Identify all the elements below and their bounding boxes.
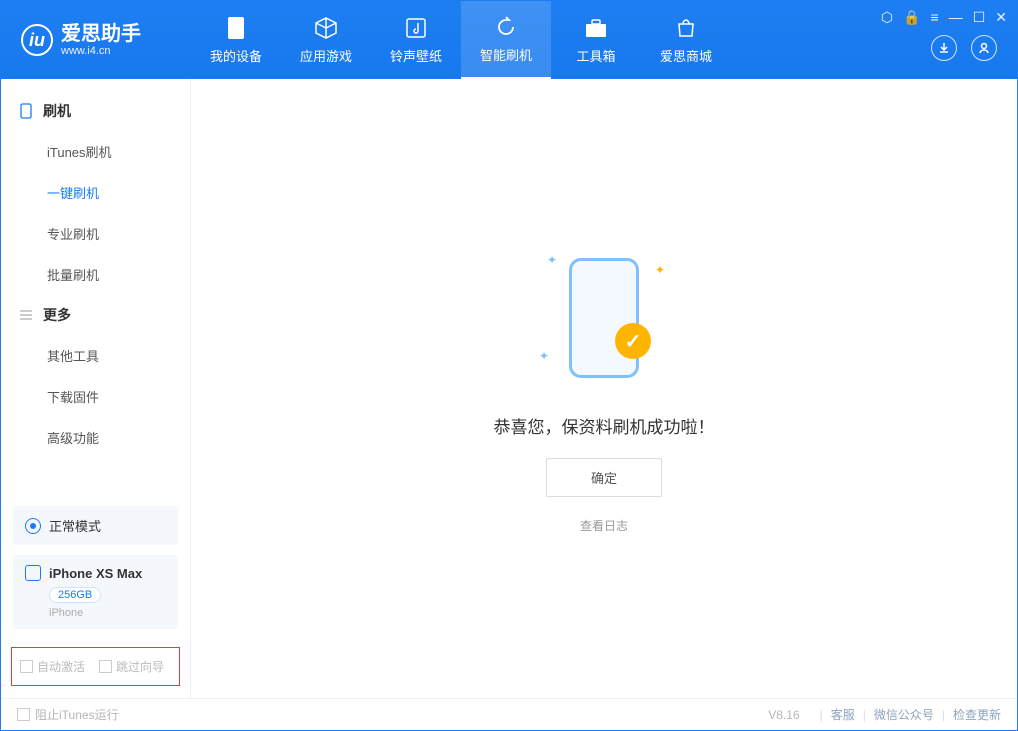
success-illustration: ✦ ✦ ✦ ✓ xyxy=(539,243,669,393)
checkbox-icon xyxy=(20,660,33,673)
window-controls: ⬡ 🔒 ≡ — ☐ ✕ xyxy=(881,9,1007,26)
mode-icon xyxy=(25,518,41,534)
footer-bar: 阻止iTunes运行 V8.16 | 客服 | 微信公众号 | 检查更新 xyxy=(1,698,1017,730)
cube-icon xyxy=(314,16,338,40)
sparkle-icon: ✦ xyxy=(547,253,557,267)
minimize-button[interactable]: — xyxy=(949,9,963,26)
version-label: V8.16 xyxy=(768,708,799,722)
maximize-button[interactable]: ☐ xyxy=(973,9,986,26)
device-box[interactable]: iPhone XS Max 256GB iPhone xyxy=(13,555,178,629)
phone-illustration-icon xyxy=(569,258,639,378)
sidebar-item-advanced[interactable]: 高级功能 xyxy=(1,417,190,458)
header-bar: iu 爱思助手 www.i4.cn 我的设备 应用游戏 xyxy=(1,1,1017,79)
footer-right: V8.16 | 客服 | 微信公众号 | 检查更新 xyxy=(768,706,1001,723)
skip-guide-label: 跳过向导 xyxy=(116,658,164,675)
nav-my-device[interactable]: 我的设备 xyxy=(191,1,281,79)
shop-icon xyxy=(674,16,698,40)
user-icon xyxy=(977,41,991,55)
logo-text: 爱思助手 www.i4.cn xyxy=(61,23,141,57)
divider: | xyxy=(863,708,866,722)
block-itunes-label: 阻止iTunes运行 xyxy=(35,706,119,723)
body: 刷机 iTunes刷机 一键刷机 专业刷机 批量刷机 更多 其他工具 下载固件 … xyxy=(1,79,1017,698)
sidebar-group-flash[interactable]: 刷机 xyxy=(1,91,190,131)
sidebar-group-more[interactable]: 更多 xyxy=(1,295,190,335)
user-button[interactable] xyxy=(971,35,997,61)
nav-label: 爱思商城 xyxy=(660,46,712,65)
skip-guide-checkbox[interactable]: 跳过向导 xyxy=(99,658,164,675)
logo-icon: iu xyxy=(21,24,53,56)
footer-left: 阻止iTunes运行 xyxy=(17,706,119,723)
nav-smart-flash[interactable]: 智能刷机 xyxy=(461,1,551,79)
sidebar: 刷机 iTunes刷机 一键刷机 专业刷机 批量刷机 更多 其他工具 下载固件 … xyxy=(1,79,191,698)
nav-label: 我的设备 xyxy=(210,46,262,65)
ok-button[interactable]: 确定 xyxy=(546,458,662,497)
block-itunes-checkbox[interactable]: 阻止iTunes运行 xyxy=(17,706,119,723)
footer-link-update[interactable]: 检查更新 xyxy=(953,706,1001,723)
nav-ringtones[interactable]: 铃声壁纸 xyxy=(371,1,461,79)
device-icon xyxy=(224,16,248,40)
logo-title: 爱思助手 xyxy=(61,23,141,45)
device-small-icon xyxy=(25,565,41,581)
phone-icon xyxy=(19,104,33,118)
activation-options: 自动激活 跳过向导 xyxy=(11,647,180,686)
checkbox-icon xyxy=(99,660,112,673)
divider: | xyxy=(820,708,823,722)
nav-apps-games[interactable]: 应用游戏 xyxy=(281,1,371,79)
nav-label: 应用游戏 xyxy=(300,46,352,65)
auto-activate-checkbox[interactable]: 自动激活 xyxy=(20,658,85,675)
shirt-icon[interactable]: ⬡ xyxy=(881,9,893,26)
sidebar-item-itunes-flash[interactable]: iTunes刷机 xyxy=(1,131,190,172)
nav-label: 铃声壁纸 xyxy=(390,46,442,65)
nav-label: 智能刷机 xyxy=(480,45,532,64)
sidebar-item-pro-flash[interactable]: 专业刷机 xyxy=(1,213,190,254)
checkbox-icon xyxy=(17,708,30,721)
group-title: 刷机 xyxy=(43,101,71,121)
lock-icon[interactable]: 🔒 xyxy=(903,9,920,26)
group-title: 更多 xyxy=(43,305,71,325)
auto-activate-label: 自动激活 xyxy=(37,658,85,675)
sidebar-item-batch-flash[interactable]: 批量刷机 xyxy=(1,254,190,295)
list-icon xyxy=(19,308,33,322)
success-message: 恭喜您，保资料刷机成功啦！ xyxy=(494,413,715,438)
mode-label: 正常模式 xyxy=(49,516,101,535)
close-button[interactable]: ✕ xyxy=(995,9,1007,26)
sidebar-item-oneclick-flash[interactable]: 一键刷机 xyxy=(1,172,190,213)
sparkle-icon: ✦ xyxy=(655,263,665,277)
sparkle-icon: ✦ xyxy=(539,349,549,363)
sidebar-scroll: 刷机 iTunes刷机 一键刷机 专业刷机 批量刷机 更多 其他工具 下载固件 … xyxy=(1,79,190,496)
content-area: ✦ ✦ ✦ ✓ 恭喜您，保资料刷机成功啦！ 确定 查看日志 xyxy=(191,79,1017,698)
check-badge-icon: ✓ xyxy=(615,323,651,359)
app-window: iu 爱思助手 www.i4.cn 我的设备 应用游戏 xyxy=(0,0,1018,731)
nav-label: 工具箱 xyxy=(576,46,615,65)
music-icon xyxy=(404,16,428,40)
device-type: iPhone xyxy=(49,607,166,619)
logo-subtitle: www.i4.cn xyxy=(61,45,141,57)
logo-block[interactable]: iu 爱思助手 www.i4.cn xyxy=(1,23,191,57)
top-nav: 我的设备 应用游戏 铃声壁纸 智能刷机 xyxy=(191,1,731,79)
sidebar-item-download-firmware[interactable]: 下载固件 xyxy=(1,376,190,417)
mode-box[interactable]: 正常模式 xyxy=(13,506,178,545)
sidebar-item-other-tools[interactable]: 其他工具 xyxy=(1,335,190,376)
view-log-link[interactable]: 查看日志 xyxy=(580,517,628,534)
device-capacity: 256GB xyxy=(49,587,101,603)
download-icon xyxy=(937,41,951,55)
toolbox-icon xyxy=(584,16,608,40)
nav-toolbox[interactable]: 工具箱 xyxy=(551,1,641,79)
device-name: iPhone XS Max xyxy=(49,566,142,581)
download-button[interactable] xyxy=(931,35,957,61)
refresh-icon xyxy=(494,15,518,39)
menu-icon[interactable]: ≡ xyxy=(931,9,939,26)
device-row: iPhone XS Max xyxy=(25,565,166,581)
footer-link-support[interactable]: 客服 xyxy=(831,706,855,723)
divider: | xyxy=(942,708,945,722)
footer-link-wechat[interactable]: 微信公众号 xyxy=(874,706,934,723)
header-right-icons xyxy=(931,35,997,61)
nav-shop[interactable]: 爱思商城 xyxy=(641,1,731,79)
